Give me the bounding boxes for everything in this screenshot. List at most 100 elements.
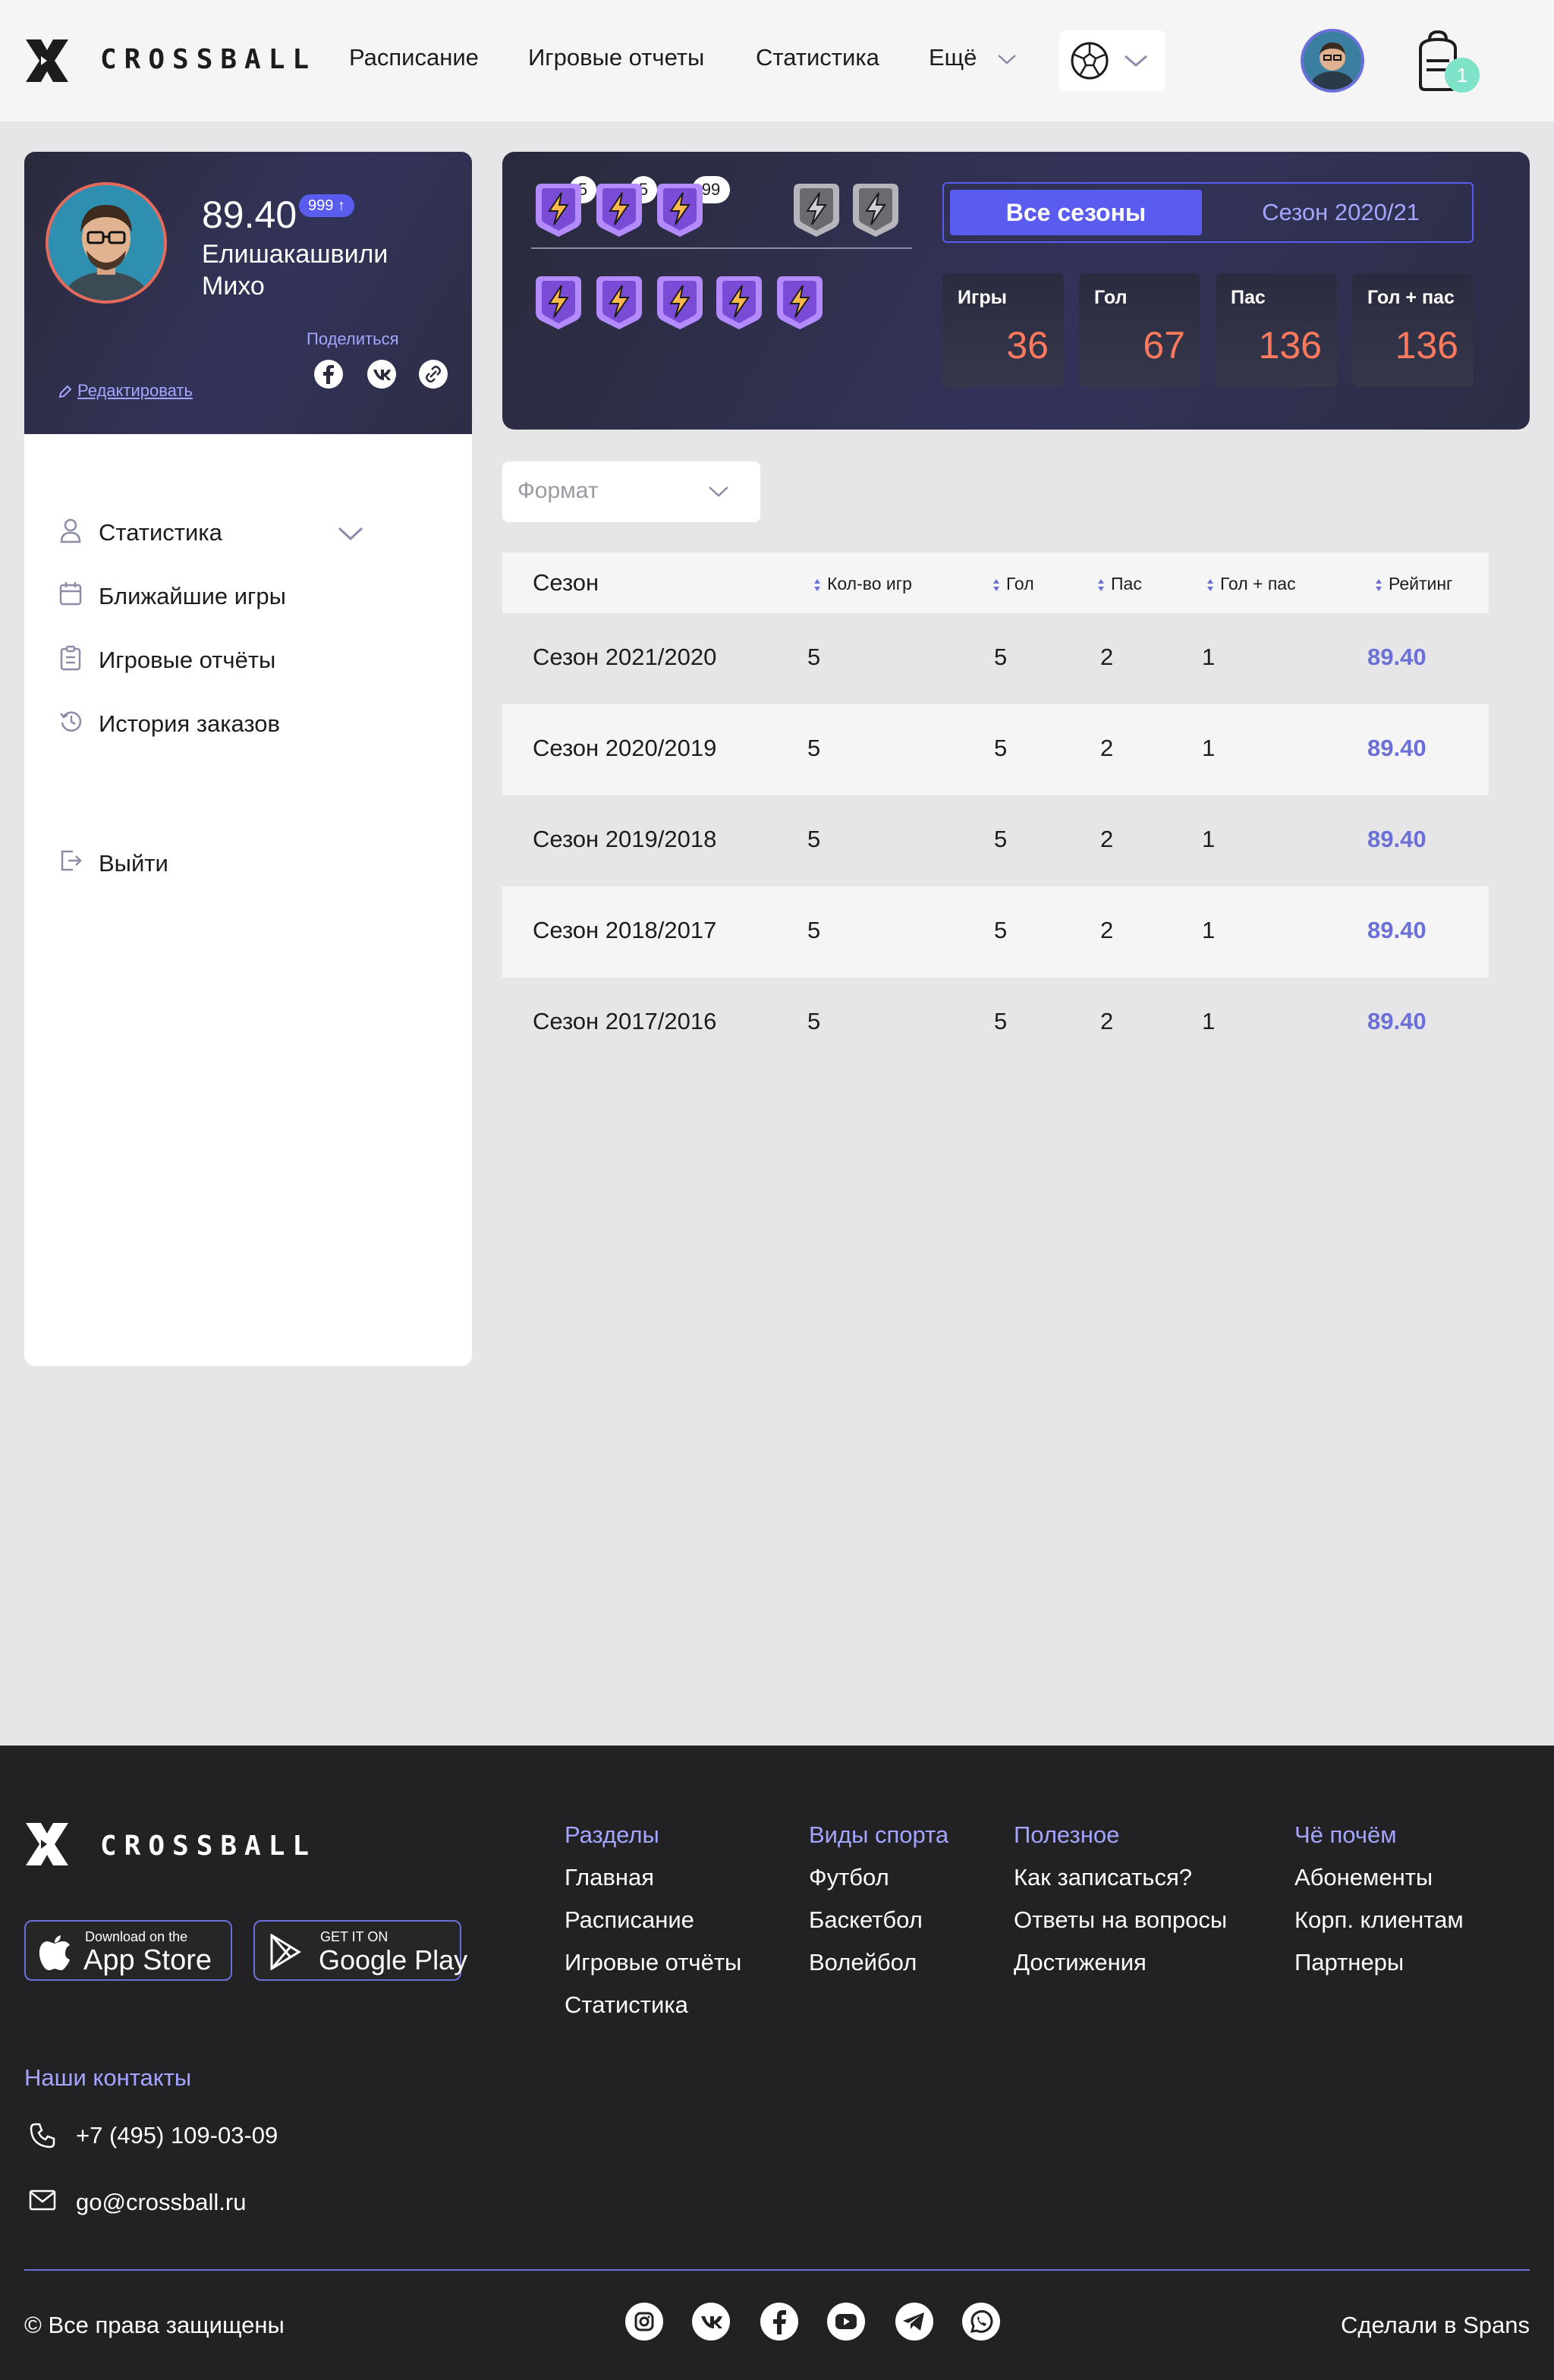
app-store-caption: Download on the bbox=[85, 1929, 188, 1944]
vk-share-icon[interactable] bbox=[367, 360, 396, 389]
all-seasons-tab[interactable]: Все сезоны bbox=[950, 190, 1202, 235]
avatar-portrait-icon bbox=[1304, 32, 1361, 90]
column-header-season[interactable]: Сезон bbox=[533, 569, 599, 597]
cell-games: 5 bbox=[807, 644, 821, 670]
footer-column-title: Виды спорта bbox=[809, 1821, 949, 1848]
lightning-achievement-icon[interactable] bbox=[531, 272, 586, 332]
stat-box-goals: Гол 67 bbox=[1079, 273, 1200, 387]
footer-link[interactable]: Партнеры bbox=[1294, 1949, 1404, 1976]
google-play-caption: GET IT ON bbox=[320, 1929, 388, 1944]
cell-passes: 2 bbox=[1100, 644, 1114, 670]
crossball-logo-icon[interactable] bbox=[23, 1820, 71, 1868]
telegram-icon[interactable] bbox=[895, 2303, 933, 2341]
locked-achievement-icon[interactable] bbox=[848, 179, 903, 240]
cell-games: 5 bbox=[807, 826, 821, 852]
table-header: Сезон Кол-во игр Гол Пас Гол + пас Рейти… bbox=[502, 552, 1489, 613]
footer-divider bbox=[24, 2269, 1530, 2271]
pencil-icon bbox=[58, 385, 72, 398]
lightning-achievement-icon[interactable] bbox=[531, 179, 586, 240]
nav-more[interactable]: Ещё bbox=[929, 44, 1017, 71]
brand-name[interactable]: CROSSBALL bbox=[100, 44, 316, 75]
table-row[interactable]: Сезон 2019/2018 5 5 2 1 89.40 bbox=[502, 795, 1489, 886]
sport-selector[interactable] bbox=[1059, 30, 1166, 91]
format-placeholder: Формат bbox=[517, 478, 599, 503]
clipboard-icon bbox=[60, 645, 81, 671]
footer-brand-name[interactable]: CROSSBALL bbox=[100, 1831, 316, 1862]
footer-link[interactable]: Расписание bbox=[565, 1906, 694, 1934]
made-by[interactable]: Сделали в Spans bbox=[1341, 2312, 1530, 2339]
cell-goals-passes: 1 bbox=[1202, 917, 1216, 943]
profile-avatar bbox=[46, 182, 167, 304]
stat-label: Гол bbox=[1094, 287, 1128, 308]
sidebar-item-label: Ближайшие игры bbox=[99, 583, 286, 609]
contact-email[interactable]: go@crossball.ru bbox=[76, 2189, 246, 2216]
cell-passes: 2 bbox=[1100, 1008, 1114, 1034]
current-season-tab[interactable]: Сезон 2020/21 bbox=[1214, 190, 1467, 235]
sidebar bbox=[24, 434, 472, 1366]
contact-phone[interactable]: +7 (495) 109-03-09 bbox=[76, 2122, 278, 2149]
footer-link[interactable]: Корп. клиентам bbox=[1294, 1906, 1464, 1934]
lightning-achievement-icon[interactable] bbox=[653, 179, 707, 240]
cell-goals: 5 bbox=[994, 735, 1008, 761]
app-store-button[interactable]: Download on the App Store bbox=[24, 1920, 232, 1981]
vk-icon[interactable] bbox=[692, 2303, 730, 2341]
footer-link[interactable]: Баскетбол bbox=[809, 1906, 923, 1934]
footer-link[interactable]: Главная bbox=[565, 1864, 654, 1891]
youtube-icon[interactable] bbox=[827, 2303, 865, 2341]
locked-achievement-icon[interactable] bbox=[789, 179, 844, 240]
footer-link[interactable]: Волейбол bbox=[809, 1949, 917, 1976]
copy-link-icon[interactable] bbox=[419, 360, 448, 389]
lightning-achievement-icon[interactable] bbox=[592, 272, 646, 332]
column-header-rating[interactable]: Рейтинг bbox=[1375, 574, 1452, 594]
stat-label: Пас bbox=[1231, 287, 1266, 308]
google-play-button[interactable]: GET IT ON Google Play bbox=[253, 1920, 467, 1981]
footer-link[interactable]: Как записаться? bbox=[1014, 1864, 1192, 1891]
nav-schedule[interactable]: Расписание bbox=[349, 44, 479, 71]
instagram-icon[interactable] bbox=[625, 2303, 663, 2341]
lightning-achievement-icon[interactable] bbox=[712, 272, 766, 332]
cell-passes: 2 bbox=[1100, 826, 1114, 852]
whatsapp-icon[interactable] bbox=[962, 2303, 1000, 2341]
column-header-games[interactable]: Кол-во игр bbox=[813, 574, 912, 594]
edit-profile-label: Редактировать bbox=[77, 381, 193, 400]
lightning-achievement-icon[interactable] bbox=[592, 179, 646, 240]
cell-goals: 5 bbox=[994, 917, 1008, 943]
table-row[interactable]: Сезон 2018/2017 5 5 2 1 89.40 bbox=[502, 886, 1489, 978]
column-header-goals[interactable]: Гол bbox=[992, 574, 1034, 594]
stat-label: Игры bbox=[958, 287, 1008, 308]
cell-season: Сезон 2020/2019 bbox=[533, 735, 717, 761]
footer-link[interactable]: Игровые отчёты bbox=[565, 1949, 741, 1976]
column-header-goals-passes[interactable]: Гол + пас bbox=[1206, 574, 1296, 594]
stat-box-passes: Пас 136 bbox=[1216, 273, 1337, 387]
footer-link[interactable]: Футбол bbox=[809, 1864, 889, 1891]
facebook-share-icon[interactable] bbox=[314, 360, 343, 389]
column-header-label: Кол-во игр bbox=[827, 574, 912, 593]
nav-statistics[interactable]: Статистика bbox=[756, 44, 879, 71]
phone-icon bbox=[30, 2123, 55, 2149]
footer-link[interactable]: Достижения bbox=[1014, 1949, 1147, 1976]
table-row[interactable]: Сезон 2017/2016 5 5 2 1 89.40 bbox=[502, 978, 1489, 1069]
table-row[interactable]: Сезон 2021/2020 5 5 2 1 89.40 bbox=[502, 613, 1489, 704]
lightning-achievement-icon[interactable] bbox=[772, 272, 827, 332]
footer-link[interactable]: Ответы на вопросы bbox=[1014, 1906, 1227, 1934]
user-avatar[interactable] bbox=[1301, 29, 1364, 93]
cell-goals: 5 bbox=[994, 1008, 1008, 1034]
share-label: Поделиться bbox=[307, 329, 399, 348]
history-icon bbox=[60, 711, 82, 732]
footer-link[interactable]: Абонементы bbox=[1294, 1864, 1433, 1891]
cell-goals: 5 bbox=[994, 826, 1008, 852]
table-row[interactable]: Сезон 2020/2019 5 5 2 1 89.40 bbox=[502, 704, 1489, 795]
edit-profile-link[interactable]: Редактировать bbox=[58, 381, 193, 401]
facebook-icon[interactable] bbox=[760, 2303, 798, 2341]
sort-icon bbox=[1376, 578, 1382, 591]
column-header-passes[interactable]: Пас bbox=[1097, 574, 1142, 594]
chevron-down-icon bbox=[338, 527, 363, 541]
lightning-achievement-icon[interactable] bbox=[653, 272, 707, 332]
cart-count-badge: 1 bbox=[1445, 58, 1480, 93]
crossball-logo-icon[interactable] bbox=[23, 36, 71, 85]
cell-season: Сезон 2019/2018 bbox=[533, 826, 717, 852]
nav-more-label: Ещё bbox=[929, 44, 977, 71]
footer-link[interactable]: Статистика bbox=[565, 1991, 688, 2019]
nav-game-reports[interactable]: Игровые отчеты bbox=[528, 44, 704, 71]
cell-rating: 89.40 bbox=[1367, 735, 1427, 761]
